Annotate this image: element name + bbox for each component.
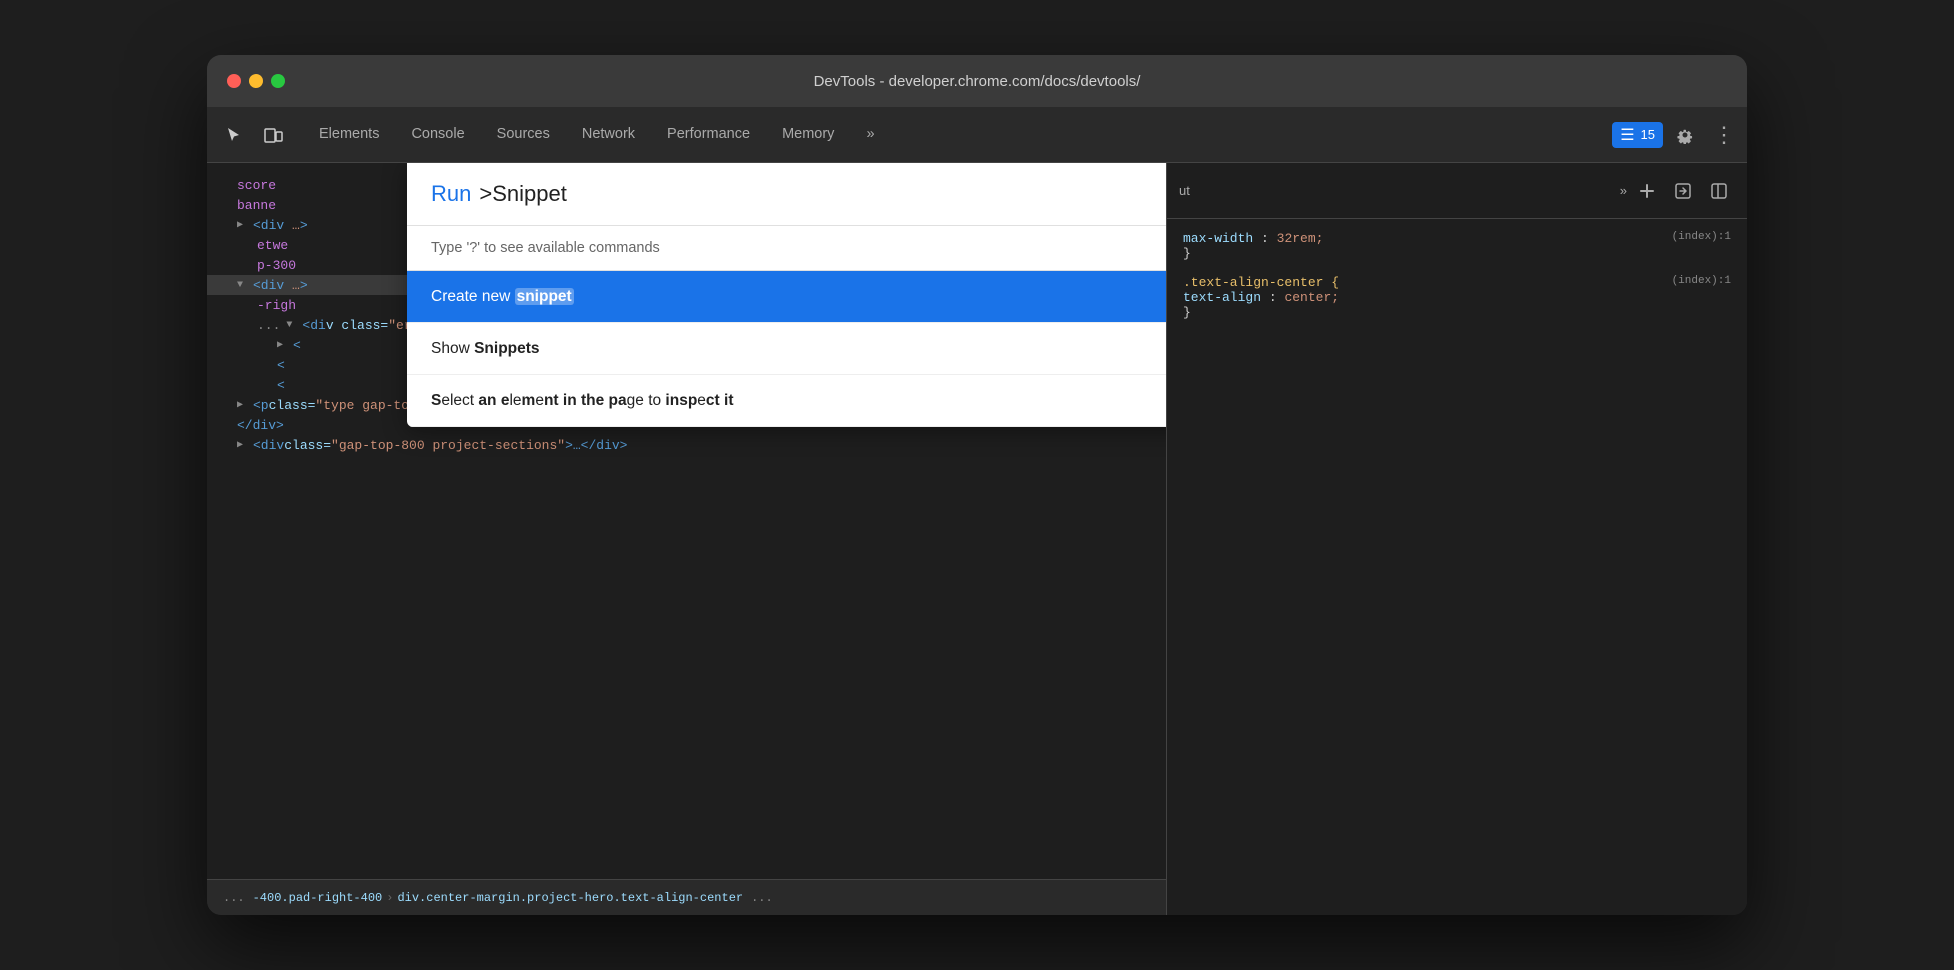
command-input[interactable]: >Snippet [479,181,1167,207]
style-prop-text-align: text-align [1183,290,1261,305]
breadcrumb-item-2[interactable]: div.center-margin.project-hero.text-alig… [397,891,743,905]
snippets-bold: Snippets [474,340,539,357]
main-area: Run >Snippet Type '?' to see available c… [207,163,1747,915]
tab-memory[interactable]: Memory [766,107,850,162]
breadcrumb-bar: ... -400.pad-right-400 › div.center-marg… [207,879,1166,915]
style-rule-text-align: (index):1 .text-align-center { text-alig… [1183,275,1731,320]
style-rule-max-width: (index):1 max-width : 32rem; } [1183,231,1731,261]
triangle-div1[interactable] [237,219,253,231]
settings-button[interactable] [1669,119,1701,151]
styles-header-text: ut [1179,183,1190,198]
tab-bar: Elements Console Sources Network Perform… [207,107,1747,163]
style-source-1: (index):1 [1672,231,1731,243]
window-title: DevTools - developer.chrome.com/docs/dev… [814,73,1141,90]
devtools-window: DevTools - developer.chrome.com/docs/dev… [207,55,1747,915]
tab-network[interactable]: Network [566,107,651,162]
cmd-item-text-show: Show Snippets [431,340,1167,358]
triangle-div-gap[interactable] [237,439,253,451]
elements-panel: Run >Snippet Type '?' to see available c… [207,163,1167,915]
style-source-2: (index):1 [1672,275,1731,287]
cmd-item-text-create: Create new snippet [431,288,1167,306]
run-label: Run [431,181,471,207]
minimize-button[interactable] [249,74,263,88]
refresh-style-button[interactable] [1667,175,1699,207]
badge-icon: ☰ [1620,125,1634,145]
close-button[interactable] [227,74,241,88]
titlebar: DevTools - developer.chrome.com/docs/dev… [207,55,1747,107]
more-options-button[interactable]: ⋮ [1707,119,1739,151]
tab-sources[interactable]: Sources [481,107,566,162]
style-prop-maxwidth: max-width [1183,231,1253,246]
cmd-item-show-snippets[interactable]: Show Snippets Sources [407,323,1167,375]
style-val-text-align: center; [1284,290,1339,305]
triangle-div-selected[interactable] [237,280,253,291]
cursor-icon-button[interactable] [215,117,251,153]
tab-performance[interactable]: Performance [651,107,766,162]
cmd-item-text-select: Select an element in the page to inspect… [431,392,1167,410]
breadcrumb-item-1[interactable]: -400.pad-right-400 [253,891,383,905]
cmd-item-select-element[interactable]: Select an element in the page to inspect… [407,375,1167,427]
styles-panel-icons: » [1620,175,1735,207]
tabbar-icons [215,107,303,162]
badge-count: 15 [1641,127,1655,142]
styles-panel-header: ut » [1167,163,1747,219]
drawer-badge[interactable]: ☰ 15 [1612,122,1663,148]
command-hint: Type '?' to see available commands [407,226,1167,271]
triangle-p[interactable] [237,399,253,411]
styles-content: (index):1 max-width : 32rem; } (index):1 [1167,219,1747,915]
command-palette: Run >Snippet Type '?' to see available c… [407,163,1167,427]
styles-panel: ut » [1167,163,1747,915]
more-panels[interactable]: » [1620,183,1627,198]
devtools-panel: Elements Console Sources Network Perform… [207,107,1747,915]
tab-more[interactable]: » [850,107,890,162]
snippet-highlight: snippet [515,288,574,305]
cmd-item-create-snippet[interactable]: Create new snippet Sources [407,271,1167,323]
breadcrumb-dots-end[interactable]: ... [751,891,773,905]
tabbar-right-controls: ☰ 15 ⋮ [1612,107,1739,162]
code-text-score: score [237,178,276,193]
add-style-rule-button[interactable] [1631,175,1663,207]
triangle-child1[interactable] [277,339,293,351]
tab-elements[interactable]: Elements [303,107,395,162]
code-line-div-gap: <div class= "gap-top-800 project-section… [207,435,1166,455]
maximize-button[interactable] [271,74,285,88]
dock-button[interactable] [1703,175,1735,207]
more-vert-icon: ⋮ [1713,122,1733,148]
command-input-row: Run >Snippet [407,163,1167,226]
tab-console[interactable]: Console [395,107,480,162]
style-selector-text-align: .text-align-center { [1183,275,1339,290]
device-toggle-button[interactable] [255,117,291,153]
traffic-lights [227,74,285,88]
style-val-maxwidth: 32rem; [1277,231,1324,246]
breadcrumb-dots-start[interactable]: ... [223,891,245,905]
triangle-di[interactable] [286,320,302,331]
